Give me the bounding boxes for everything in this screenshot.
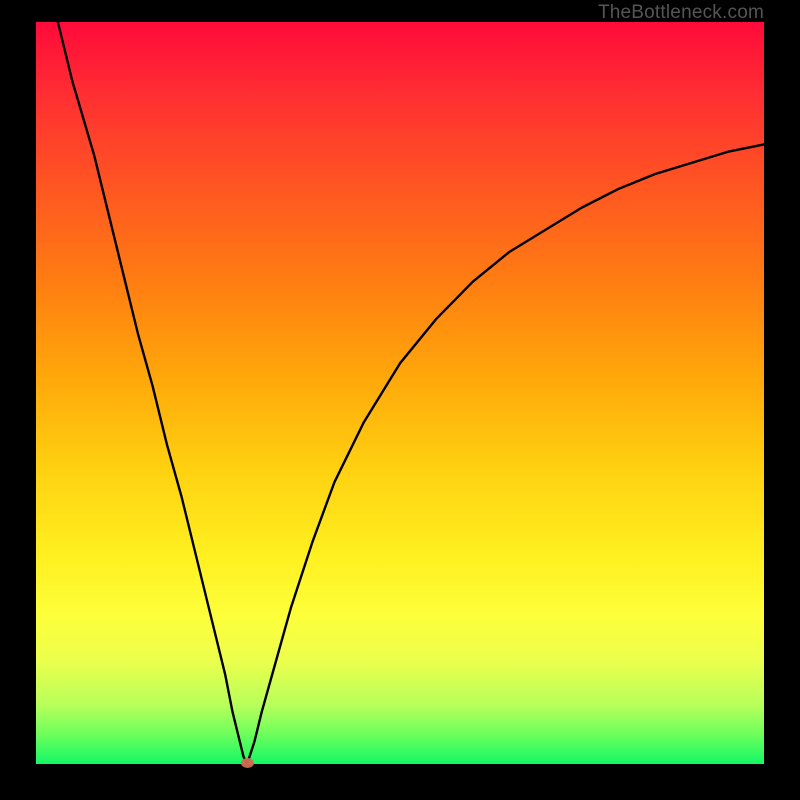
curve-svg	[36, 22, 764, 764]
plot-area	[36, 22, 764, 764]
chart-frame: TheBottleneck.com	[0, 0, 800, 800]
bottleneck-curve	[58, 22, 764, 764]
watermark-text: TheBottleneck.com	[598, 2, 764, 24]
minimum-marker	[241, 758, 254, 768]
